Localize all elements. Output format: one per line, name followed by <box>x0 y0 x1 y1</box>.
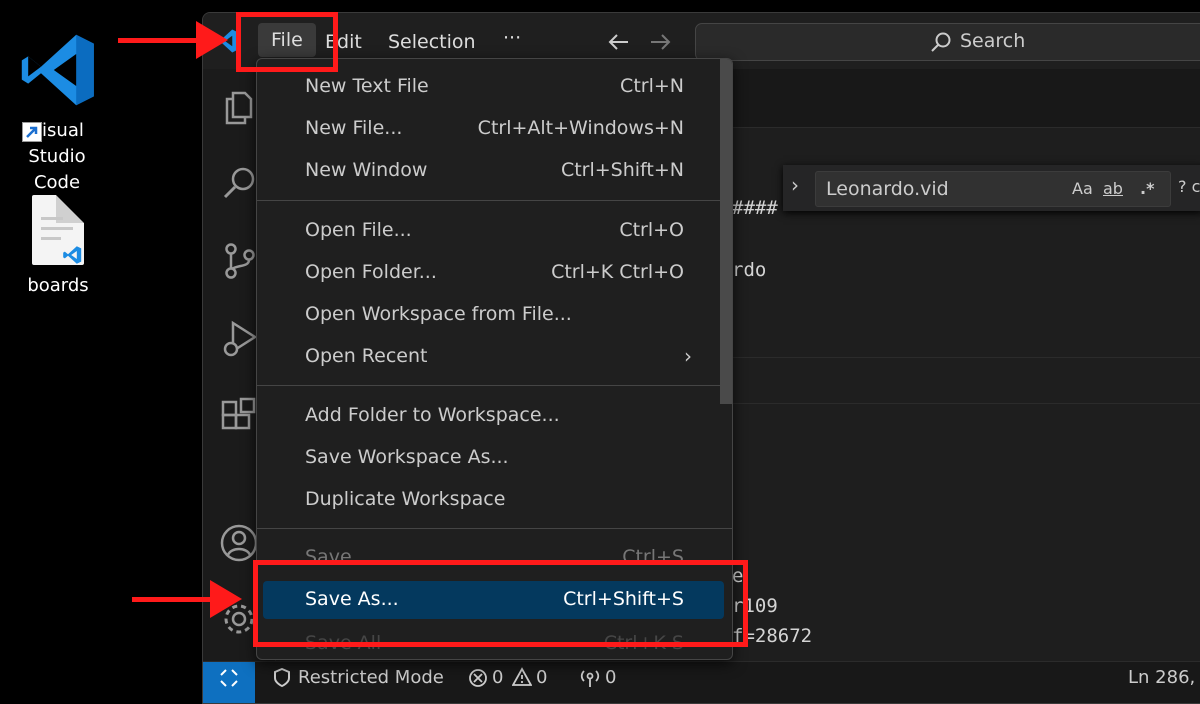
extensions-icon[interactable] <box>219 397 259 437</box>
boards-file-label: boards <box>27 275 89 296</box>
menu-item-new-window[interactable]: New Window Ctrl+Shift+N <box>263 152 724 190</box>
broadcast-icon <box>580 670 600 687</box>
menu-separator <box>257 200 732 201</box>
menu-item-duplicate-workspace[interactable]: Duplicate Workspace <box>263 481 724 519</box>
warning-icon <box>512 667 532 686</box>
forward-arrow-icon[interactable] <box>647 29 673 55</box>
menu-more[interactable]: ··· <box>503 27 521 49</box>
menu-item-label: New File... <box>305 117 403 139</box>
code-fragment: rdo <box>732 259 767 281</box>
match-case-toggle[interactable]: Aa <box>1072 179 1093 198</box>
remote-indicator[interactable] <box>203 662 255 703</box>
menu-item-add-folder-to-workspace[interactable]: Add Folder to Workspace... <box>263 397 724 435</box>
bottom-annotation-arrow-shaft <box>132 597 212 602</box>
vscode-desktop-shortcut[interactable]: Visual Studio Code <box>2 30 112 196</box>
bottom-annotation-arrow-icon <box>210 580 242 618</box>
error-count: 0 <box>492 667 504 688</box>
ports-count: 0 <box>605 667 617 688</box>
search-placeholder: Search <box>960 30 1026 52</box>
menu-separator <box>257 385 732 386</box>
code-fragment: #### <box>732 197 778 219</box>
menu-item-open-workspace-from-file[interactable]: Open Workspace from File... <box>263 296 724 334</box>
use-regex-toggle[interactable]: .* <box>1140 179 1154 198</box>
submenu-chevron-icon: › <box>684 344 692 368</box>
menu-item-shortcut: Ctrl+N <box>620 75 684 97</box>
file-line <box>41 217 63 220</box>
command-center-search[interactable]: Search <box>695 23 1200 61</box>
run-debug-icon[interactable] <box>219 319 259 359</box>
problems-indicator[interactable]: 0 0 <box>468 662 558 694</box>
file-line <box>41 237 61 240</box>
menu-item-label: New Text File <box>305 75 429 97</box>
menu-item-label: New Window <box>305 159 428 181</box>
vscode-logo-icon <box>21 34 94 106</box>
menu-item-label: Save Workspace As... <box>305 446 509 468</box>
shield-icon <box>274 668 290 688</box>
back-arrow-icon[interactable] <box>606 29 632 55</box>
menu-item-label: Add Folder to Workspace... <box>305 404 560 426</box>
menu-item-label: Open Workspace from File... <box>305 303 572 325</box>
menu-item-label: Open File... <box>305 219 412 241</box>
ports-indicator[interactable]: 0 <box>579 662 639 694</box>
vscode-badge-icon <box>63 246 82 264</box>
document-file-icon <box>32 195 84 265</box>
menu-item-shortcut: Ctrl+K Ctrl+O <box>551 261 684 283</box>
menu-item-shortcut: Ctrl+Alt+Windows+N <box>477 117 684 139</box>
match-whole-word-toggle[interactable]: ab <box>1103 179 1123 198</box>
find-input-value: Leonardo.vid <box>826 178 949 200</box>
find-widget: › Leonardo.vid Aa ab .* ? c <box>783 165 1200 211</box>
error-icon <box>469 669 487 687</box>
save-as-highlight-box <box>253 560 748 647</box>
source-control-icon[interactable] <box>219 241 259 281</box>
menu-item-label: Duplicate Workspace <box>305 488 506 510</box>
vscode-shortcut-label-line2: Code <box>33 172 81 193</box>
restricted-mode-label: Restricted Mode <box>298 667 444 688</box>
search-icon <box>931 32 951 52</box>
cursor-position[interactable]: Ln 286, C <box>1128 667 1200 688</box>
file-line <box>41 227 73 230</box>
menu-item-new-file[interactable]: New File... Ctrl+Alt+Windows+N <box>263 110 724 148</box>
menu-scrollbar[interactable] <box>720 59 732 404</box>
menu-item-shortcut: Ctrl+Shift+N <box>560 159 684 181</box>
menu-item-label: Open Folder... <box>305 261 437 283</box>
find-input[interactable]: Leonardo.vid Aa ab .* <box>815 171 1171 207</box>
restricted-mode-indicator[interactable]: Restricted Mode <box>263 662 453 694</box>
toggle-replace-chevron-icon[interactable]: › <box>791 173 799 197</box>
menu-item-save-workspace-as[interactable]: Save Workspace As... <box>263 439 724 477</box>
file-menu-highlight-box <box>236 12 338 72</box>
menu-item-shortcut: Ctrl+O <box>619 219 684 241</box>
menu-selection[interactable]: Selection <box>388 31 476 53</box>
search-activity-icon[interactable] <box>219 163 259 203</box>
menu-item-open-file[interactable]: Open File... Ctrl+O <box>263 212 724 250</box>
find-results-text: ? c <box>1178 177 1200 196</box>
menu-item-open-folder[interactable]: Open Folder... Ctrl+K Ctrl+O <box>263 254 724 292</box>
warning-count: 0 <box>536 667 548 688</box>
menu-item-new-text-file[interactable]: New Text File Ctrl+N <box>263 68 724 106</box>
menu-separator <box>257 528 732 529</box>
menu-item-label: Open Recent <box>305 345 428 367</box>
status-bar: Restricted Mode 0 0 0 Ln 286, C <box>203 661 1200 703</box>
vscode-shortcut-label-line1: Visual Studio <box>28 120 86 167</box>
top-annotation-arrow-icon <box>196 21 228 59</box>
remote-icon <box>220 669 238 687</box>
accounts-icon[interactable] <box>219 523 259 563</box>
menu-item-open-recent[interactable]: Open Recent › <box>263 338 724 376</box>
top-annotation-arrow-shaft <box>118 38 198 43</box>
boards-file-label-wrap: boards <box>3 273 113 299</box>
explorer-icon[interactable] <box>219 87 259 127</box>
shortcut-arrow-icon <box>22 122 42 142</box>
